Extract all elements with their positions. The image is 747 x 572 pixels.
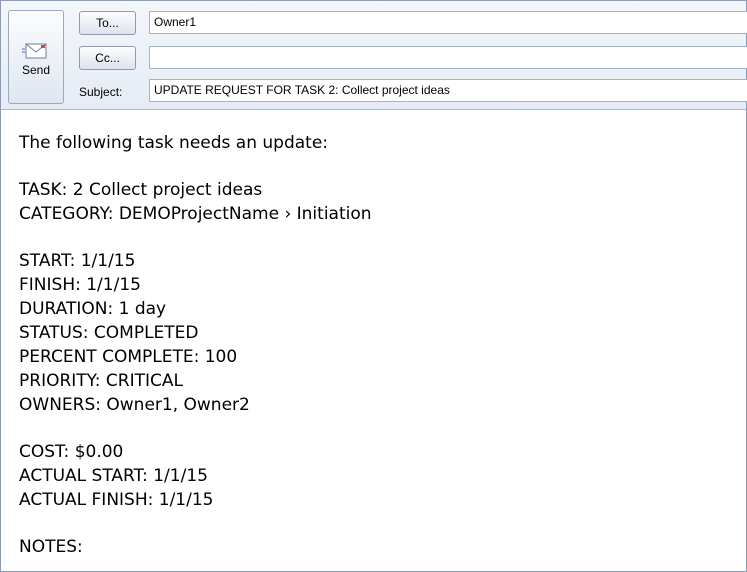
- to-button[interactable]: To...: [79, 11, 136, 35]
- subject-field[interactable]: UPDATE REQUEST FOR TASK 2: Collect proje…: [149, 79, 747, 102]
- status-line: STATUS: COMPLETED: [19, 323, 199, 343]
- start-line: START: 1/1/15: [19, 251, 136, 271]
- intro-line: The following task needs an update:: [19, 133, 329, 153]
- actual-start-line: ACTUAL START: 1/1/15: [19, 466, 208, 486]
- send-label: Send: [21, 63, 51, 77]
- email-compose-window: Send To... Cc... Subject: Owner1 UPDATE …: [0, 0, 747, 572]
- cc-field[interactable]: [149, 46, 747, 69]
- to-field[interactable]: Owner1: [149, 11, 747, 34]
- compose-header: Send To... Cc... Subject: Owner1 UPDATE …: [1, 1, 747, 110]
- percent-complete-line: PERCENT COMPLETE: 100: [19, 347, 238, 367]
- owners-line: OWNERS: Owner1, Owner2: [19, 395, 250, 415]
- send-button[interactable]: Send: [8, 10, 64, 104]
- task-line: TASK: 2 Collect project ideas: [19, 180, 263, 200]
- subject-label: Subject:: [79, 85, 123, 99]
- category-line: CATEGORY: DEMOProjectName › Initiation: [19, 204, 372, 224]
- send-mail-icon: [22, 43, 47, 59]
- message-text: The following task needs an update: TASK…: [19, 131, 729, 559]
- duration-line: DURATION: 1 day: [19, 299, 167, 319]
- notes-line: NOTES:: [19, 537, 83, 557]
- cc-button[interactable]: Cc...: [79, 46, 136, 70]
- priority-line: PRIORITY: CRITICAL: [19, 371, 183, 391]
- message-body[interactable]: The following task needs an update: TASK…: [1, 110, 746, 571]
- finish-line: FINISH: 1/1/15: [19, 275, 141, 295]
- actual-finish-line: ACTUAL FINISH: 1/1/15: [19, 490, 214, 510]
- cost-line: COST: $0.00: [19, 442, 124, 462]
